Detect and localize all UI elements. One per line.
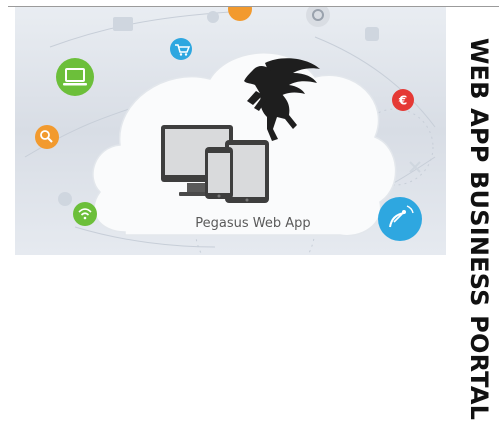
hero-caption: Pegasus Web App <box>195 216 310 231</box>
phone-icon <box>205 147 233 199</box>
ghost-settings-icon <box>58 192 72 206</box>
side-title: WEB APP BUSINESS PORTAL <box>465 37 493 420</box>
page: Pegasus Web App € WEB APP BUSINESS PORTA… <box>0 0 499 447</box>
ghost-square-icon <box>365 27 379 41</box>
ghost-circle-icon <box>207 11 219 23</box>
euro-icon: € <box>392 89 414 111</box>
satellite-dish-icon <box>378 197 422 241</box>
envelope-icon <box>228 7 252 21</box>
search-icon <box>35 125 59 149</box>
wifi-icon <box>73 202 97 226</box>
ghost-envelope-icon <box>113 17 133 31</box>
svg-text:€: € <box>398 94 407 108</box>
hero-banner: Pegasus Web App € <box>15 7 446 255</box>
gear-icon <box>306 7 330 27</box>
shopping-cart-icon <box>170 38 192 60</box>
side-title-panel: WEB APP BUSINESS PORTAL <box>459 10 499 447</box>
hero-illustration: Pegasus Web App € <box>24 7 436 255</box>
laptop-icon <box>56 58 94 96</box>
